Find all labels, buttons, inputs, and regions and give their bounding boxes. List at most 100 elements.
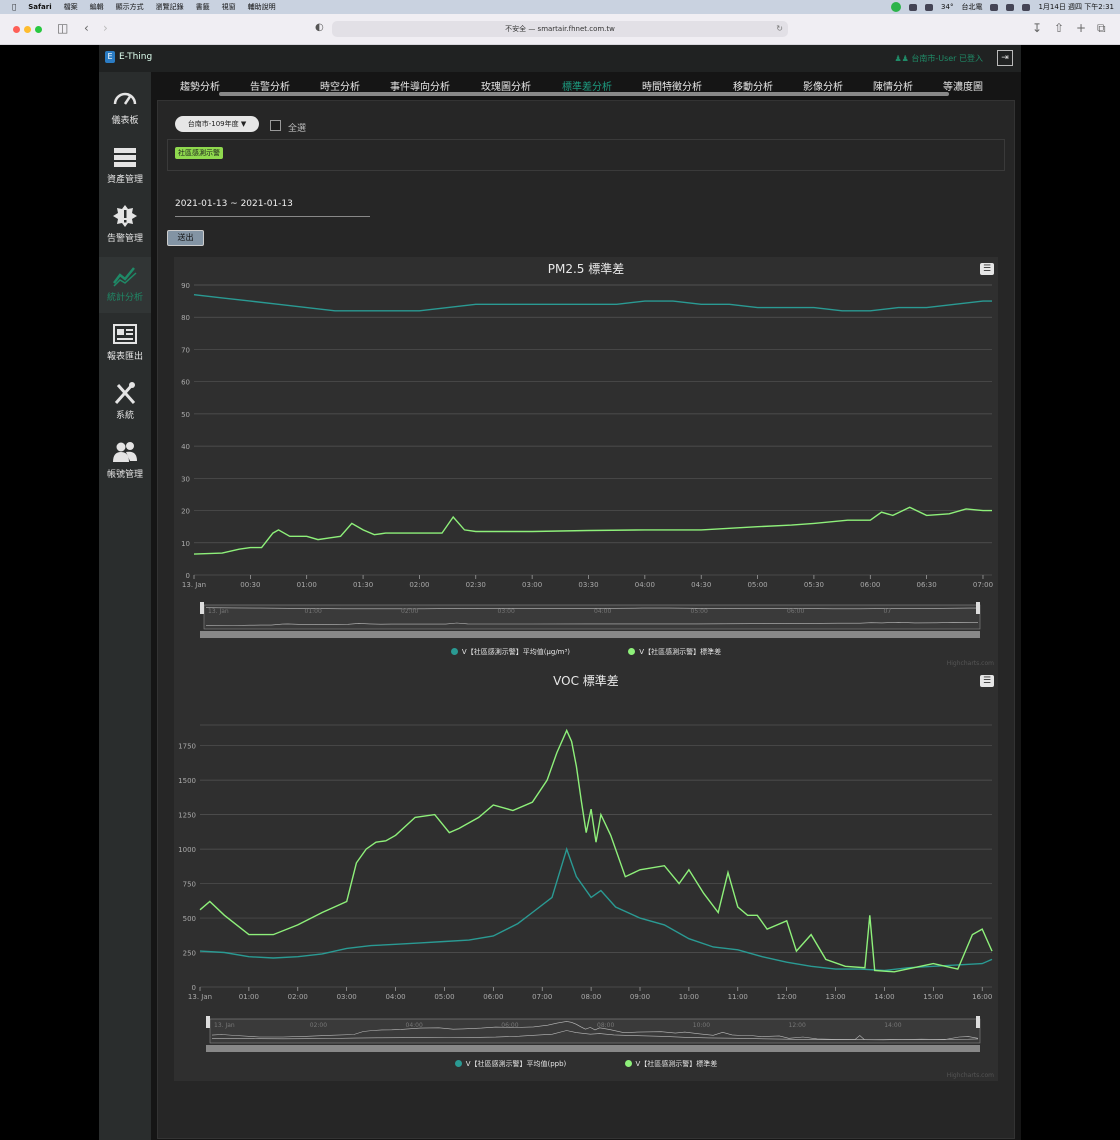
menu-item[interactable]: 視窗 xyxy=(216,2,242,12)
back-arrow-icon[interactable]: ‹ xyxy=(84,21,89,35)
tab-movement[interactable]: 移動分析 xyxy=(733,78,773,93)
forward-arrow-icon[interactable]: › xyxy=(103,21,108,35)
tab-overview-icon[interactable]: ⧉ xyxy=(1097,21,1106,36)
x-tick-label: 01:00 xyxy=(239,993,259,1001)
new-tab-icon[interactable]: + xyxy=(1076,21,1086,35)
menu-item[interactable]: 輔助說明 xyxy=(242,2,282,12)
series-line-1 xyxy=(193,506,992,555)
download-icon[interactable]: ↧ xyxy=(1032,21,1042,35)
y-tick-label: 1750 xyxy=(178,743,196,751)
tab-rose[interactable]: 玫瑰圖分析 xyxy=(481,78,531,93)
sidebar-item-alerts[interactable]: 告警管理 xyxy=(99,198,151,254)
region-select[interactable]: 台南市-109年度 ▼ xyxy=(175,116,259,132)
tab-event[interactable]: 事件導向分析 xyxy=(390,78,450,93)
browser-toolbar: ◫ ‹ › ◐ 不安全 — smartair.fhnet.com.tw ↻ ↧ … xyxy=(0,14,1120,45)
tabs-scrollbar[interactable] xyxy=(219,92,949,96)
navigator-label: 12:00 xyxy=(789,1022,806,1029)
x-tick-label: 09:00 xyxy=(630,993,650,1001)
select-all-checkbox[interactable] xyxy=(270,120,281,131)
clock[interactable]: 1月14日 週四 下午2:31 xyxy=(1038,2,1114,12)
apple-menu-icon[interactable]:  xyxy=(0,3,22,11)
status-indicator-icon[interactable] xyxy=(925,3,934,11)
navigator-label: 10:00 xyxy=(693,1022,710,1029)
wifi-icon[interactable] xyxy=(1006,3,1015,11)
chart-menu-icon[interactable]: ☰ xyxy=(980,263,994,275)
x-tick-label: 15:00 xyxy=(923,993,943,1001)
x-tick-label: 05:00 xyxy=(434,993,454,1001)
x-tick-label: 06:00 xyxy=(483,993,503,1001)
tab-trend[interactable]: 趨勢分析 xyxy=(180,78,220,93)
app-window: E E-Thing ♟♟ 台南市-User 已登入 ⇥ 儀表板 資產管理 告警管… xyxy=(99,45,1021,1140)
legend-dot-icon xyxy=(454,1060,462,1067)
navigator-label: 08:00 xyxy=(597,1022,614,1029)
app-logo[interactable]: E E-Thing xyxy=(105,51,152,63)
status-indicator-icon[interactable] xyxy=(909,3,918,11)
chart-menu-icon[interactable]: ☰ xyxy=(980,675,994,687)
tab-isoconcentration[interactable]: 等濃度圖 xyxy=(943,78,983,93)
tools-icon xyxy=(114,382,136,404)
legend-item-mean[interactable]: V【社區感測示警】平均值(ppb) xyxy=(454,1059,566,1069)
share-icon[interactable]: ⇧ xyxy=(1054,21,1064,35)
weather-city[interactable]: 台北電 xyxy=(961,2,982,12)
navigator-handle-right xyxy=(976,602,980,614)
sidebar-item-statistics[interactable]: 統計分析 xyxy=(99,257,151,313)
sidebar-toggle-icon[interactable]: ◫ xyxy=(57,21,68,35)
menu-item[interactable]: 編輯 xyxy=(84,2,110,12)
line-app-icon[interactable] xyxy=(891,2,902,12)
address-bar[interactable]: 不安全 — smartair.fhnet.com.tw ↻ xyxy=(332,21,788,37)
date-range-input[interactable]: 2021-01-13 ~ 2021-01-13 xyxy=(175,199,370,217)
tab-alert[interactable]: 告警分析 xyxy=(250,78,290,93)
x-tick-label: 11:00 xyxy=(728,993,748,1001)
menu-item[interactable]: 顯示方式 xyxy=(110,2,150,12)
sidebar-label: 統計分析 xyxy=(106,293,143,303)
selected-tag[interactable]: 社區感測示警 xyxy=(175,147,223,159)
user-status: ♟♟ 台南市-User 已登入 xyxy=(894,54,983,63)
x-tick-label: 03:30 xyxy=(578,581,598,589)
zoom-window-button[interactable] xyxy=(35,26,42,33)
sidebar-item-accounts[interactable]: 帳號管理 xyxy=(99,434,151,490)
menu-app-name[interactable]: Safari xyxy=(22,3,57,11)
app-name: E-Thing xyxy=(119,52,153,62)
legend-item-mean[interactable]: V【社區感測示警】平均值(μg/m³) xyxy=(450,647,570,657)
y-tick-label: 40 xyxy=(181,443,190,451)
chart-credits[interactable]: Highcharts.com xyxy=(947,1072,994,1079)
tab-time-feature[interactable]: 時間特徵分析 xyxy=(642,78,702,93)
submit-button[interactable]: 送出 xyxy=(167,230,204,246)
x-tick-label: 05:00 xyxy=(747,581,767,589)
navigator-label: 06:00 xyxy=(501,1022,518,1029)
logout-icon[interactable]: ⇥ xyxy=(997,50,1013,66)
close-window-button[interactable] xyxy=(13,26,20,33)
y-tick-label: 70 xyxy=(181,346,190,354)
battery-icon[interactable] xyxy=(990,3,999,11)
selected-tags-box[interactable]: 社區感測示警 xyxy=(167,139,1005,171)
tab-spatiotemporal[interactable]: 時空分析 xyxy=(320,78,360,93)
navigator-label: 14:00 xyxy=(884,1022,901,1029)
x-tick-label: 03:00 xyxy=(337,993,357,1001)
sidebar-item-system[interactable]: 系統 xyxy=(99,375,151,431)
legend-item-std[interactable]: V【社區感測示警】標準差 xyxy=(624,1059,717,1069)
sidebar-item-reports[interactable]: 報表匯出 xyxy=(99,316,151,372)
menu-item[interactable]: 檔案 xyxy=(58,2,84,12)
menu-item[interactable]: 瀏覽記錄 xyxy=(150,2,190,12)
x-tick-label: 07:00 xyxy=(973,581,993,589)
report-icon xyxy=(113,324,137,344)
tab-stddev[interactable]: 標準差分析 xyxy=(562,78,612,93)
x-tick-label: 13:00 xyxy=(825,993,845,1001)
chart-credits[interactable]: Highcharts.com xyxy=(947,660,994,667)
reload-icon[interactable]: ↻ xyxy=(776,21,783,37)
legend-item-std[interactable]: V【社區感測示警】標準差 xyxy=(628,647,721,657)
privacy-shield-icon[interactable]: ◐ xyxy=(315,22,324,33)
minimize-window-button[interactable] xyxy=(24,26,31,33)
app-header: E E-Thing ♟♟ 台南市-User 已登入 ⇥ xyxy=(99,45,1021,72)
menu-item[interactable]: 書籤 xyxy=(190,2,216,12)
tab-petition[interactable]: 陳情分析 xyxy=(873,78,913,93)
weather-temp[interactable]: 34° xyxy=(941,3,953,11)
search-icon[interactable] xyxy=(1022,3,1031,11)
navigator-label: 04:00 xyxy=(594,608,611,615)
navigator-label: 06:00 xyxy=(787,608,804,615)
sidebar-item-dashboard[interactable]: 儀表板 xyxy=(99,80,151,136)
legend-dot-icon xyxy=(450,648,458,655)
sidebar-item-assets[interactable]: 資產管理 xyxy=(99,139,151,195)
series-line-0 xyxy=(193,294,992,312)
tab-image[interactable]: 影像分析 xyxy=(803,78,843,93)
